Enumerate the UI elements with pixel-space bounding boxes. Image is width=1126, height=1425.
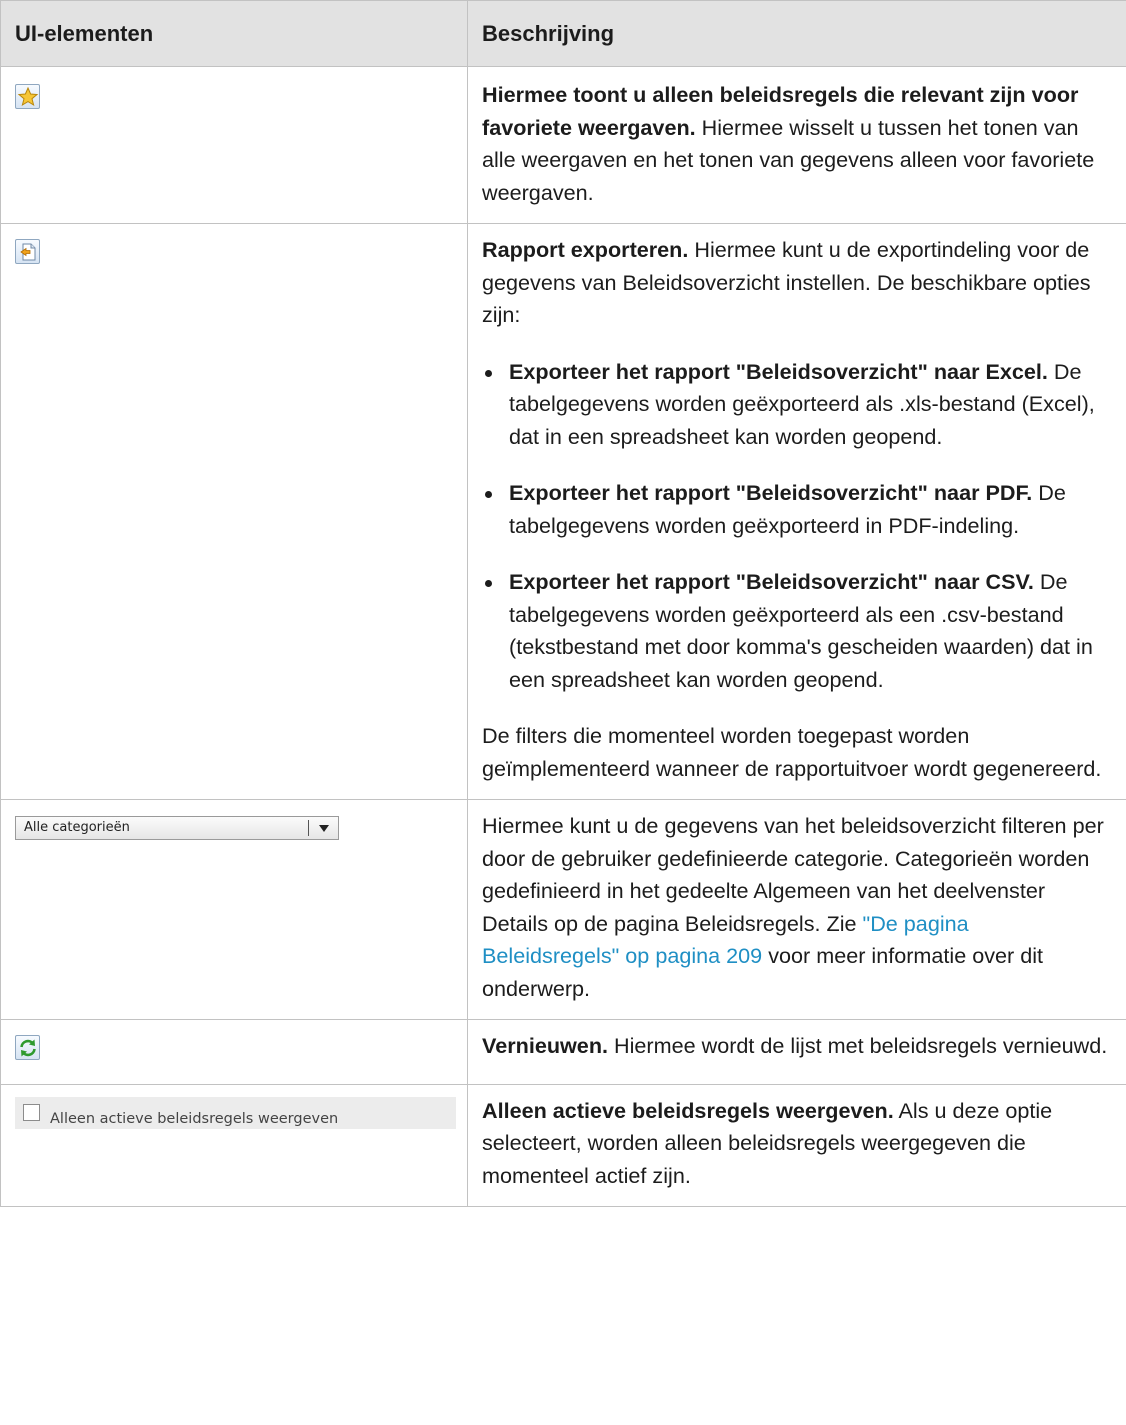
ui-element-cell: Alle categorieën [0, 799, 468, 1020]
description-cell: Vernieuwen. Hiermee wordt de lijst met b… [467, 1019, 1126, 1085]
description-footer: De filters die momenteel worden toegepas… [482, 723, 1102, 781]
option-title: Exporteer het rapport "Beleidsoverzicht"… [509, 358, 1048, 384]
description-text: Hiermee kunt u de gegevens van het belei… [482, 813, 1104, 936]
table-header-row: UI-elementen Beschrijving [0, 0, 1126, 67]
description-text: Hiermee wordt de lijst met beleidsregels… [608, 1033, 1108, 1058]
table-row-active-only: Alleen actieve beleidsregels weergeven A… [0, 1083, 1126, 1207]
description-title: Alleen actieve beleidsregels weergeven. [482, 1097, 894, 1123]
active-policies-checkbox[interactable] [23, 1103, 40, 1121]
refresh-icon[interactable] [15, 1035, 40, 1060]
dropdown-separator [308, 820, 309, 836]
table-row-category-filter: Alle categorieën Hiermee kunt u de gegev… [0, 799, 1126, 1020]
star-favorites-icon[interactable] [15, 84, 40, 109]
description-cell: Rapport exporteren. Hiermee kunt u de ex… [467, 223, 1126, 800]
category-dropdown-value: Alle categorieën [24, 820, 130, 835]
column-header-ui-elements: UI-elementen [0, 0, 468, 67]
description-cell: Alleen actieve beleidsregels weergeven. … [467, 1083, 1126, 1207]
checkbox-label[interactable]: Alleen actieve beleidsregels weergeven [50, 1103, 338, 1136]
table-row-refresh: Vernieuwen. Hiermee wordt de lijst met b… [0, 1019, 1126, 1085]
table-row-export: Rapport exporteren. Hiermee kunt u de ex… [0, 223, 1126, 800]
active-policies-checkbox-control[interactable]: Alleen actieve beleidsregels weergeven [15, 1096, 456, 1129]
table-row-favorites: Hiermee toont u alleen beleidsregels die… [0, 66, 1126, 224]
description-cell: Hiermee kunt u de gegevens van het belei… [467, 799, 1126, 1020]
export-options-list: Exporteer het rapport "Beleidsoverzicht"… [482, 356, 1110, 697]
ui-element-cell [0, 1019, 468, 1085]
ui-element-cell [0, 223, 468, 800]
option-title: Exporteer het rapport "Beleidsoverzicht"… [509, 569, 1034, 594]
option-title: Exporteer het rapport "Beleidsoverzicht"… [509, 480, 1033, 505]
chevron-down-icon[interactable] [319, 825, 329, 832]
column-header-description: Beschrijving [467, 0, 1126, 67]
list-item: Exporteer het rapport "Beleidsoverzicht"… [482, 566, 1110, 696]
description-paragraph: Rapport exporteren. Hiermee kunt u de ex… [482, 234, 1110, 332]
list-item: Exporteer het rapport "Beleidsoverzicht"… [482, 356, 1110, 454]
export-report-icon[interactable] [15, 239, 40, 264]
description-cell: Hiermee toont u alleen beleidsregels die… [467, 66, 1126, 224]
list-item: Exporteer het rapport "Beleidsoverzicht"… [482, 477, 1110, 542]
description-title: Rapport exporteren. [482, 237, 689, 262]
ui-elements-table: UI-elementen Beschrijving Hiermee toont … [0, 0, 1126, 1207]
description-title: Vernieuwen. [482, 1033, 609, 1058]
ui-element-cell: Alleen actieve beleidsregels weergeven [0, 1083, 468, 1207]
ui-element-cell [0, 66, 468, 224]
category-dropdown[interactable]: Alle categorieën [15, 816, 339, 840]
